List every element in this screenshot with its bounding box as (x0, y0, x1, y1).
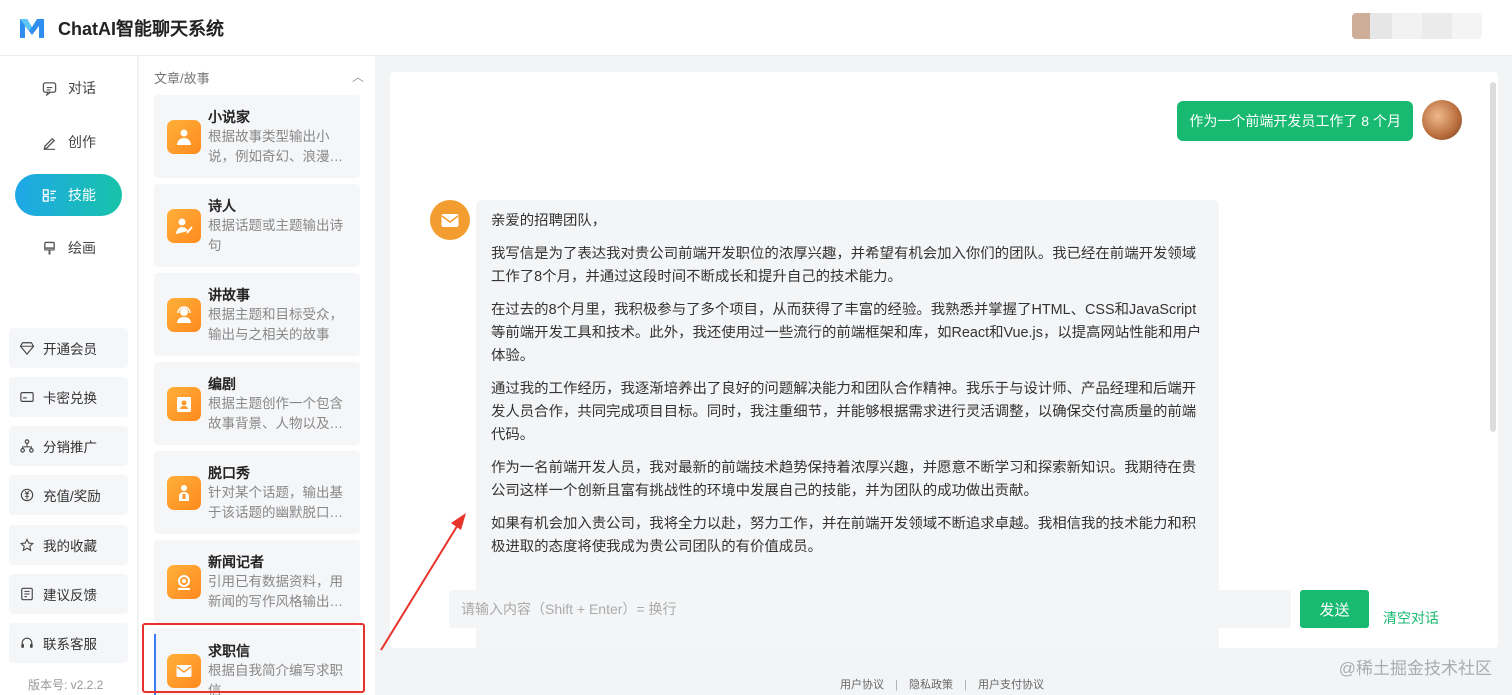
bot-message-bubble: 亲爱的招聘团队， 我写信是为了表达我对贵公司前端开发职位的浓厚兴趣，并希望有机会… (476, 200, 1219, 648)
skill-card[interactable]: 编剧 根据主题创作一个包含故事背景、人物以及… (154, 362, 360, 445)
category-header[interactable]: 文章/故事 ︿ (154, 68, 364, 86)
version-label: 版本号: v2.2.2 (28, 678, 104, 692)
feedback-icon (19, 586, 35, 602)
reporter-icon (167, 565, 201, 599)
user-message-bubble: 作为一个前端开发员工作了 8 个月 (1177, 101, 1413, 141)
util-label: 我的收藏 (43, 539, 97, 554)
skill-card[interactable]: 讲故事 根据主题和目标受众，输出与之相关的故事 (154, 273, 360, 356)
nav-item-draw[interactable]: 绘画 (15, 227, 122, 269)
footer-separator: | (964, 679, 967, 691)
nav-item-create[interactable]: 创作 (15, 121, 122, 163)
nav-label: 对话 (68, 80, 96, 96)
skill-card[interactable]: 脱口秀 针对某个话题，输出基于该话题的幽默脱口… (154, 451, 360, 534)
nav-label: 创作 (68, 134, 96, 150)
diamond-icon (19, 340, 35, 356)
util-card-redeem[interactable]: 卡密兑换 (9, 377, 128, 417)
clear-chat-button[interactable]: 清空对话 (1383, 608, 1439, 628)
skills-icon (41, 187, 57, 203)
util-label: 联系客服 (43, 637, 97, 652)
skill-desc: 根据自我简介编写求职信 (208, 663, 343, 695)
chat-icon (41, 80, 57, 96)
skills-panel: 文章/故事 ︿ 小说家 根据故事类型输出小说，例如奇幻、浪漫… 诗人 根据话题或… (139, 56, 375, 695)
footer-links: 用户协议 | 隐私政策 | 用户支付协议 (840, 676, 1044, 692)
category-label: 文章/故事 (154, 71, 210, 86)
util-customer-service[interactable]: 联系客服 (9, 623, 128, 663)
star-icon (19, 537, 35, 553)
poet-icon (167, 209, 201, 243)
app-title: ChatAI智能聊天系统 (58, 18, 224, 39)
util-label: 卡密兑换 (43, 391, 97, 406)
user-account-menu[interactable] (1352, 13, 1482, 39)
pen-icon (41, 134, 57, 150)
nav-label: 技能 (68, 187, 96, 203)
headset-icon (19, 635, 35, 651)
skill-name: 诗人 (208, 198, 236, 214)
skill-desc: 根据话题或主题输出诗句 (208, 218, 343, 253)
recharge-icon (19, 487, 35, 503)
footer-separator: | (895, 679, 898, 691)
util-label: 充值/奖励 (43, 489, 101, 504)
skill-name: 讲故事 (208, 287, 250, 303)
storyteller-icon (167, 298, 201, 332)
nav-item-chat[interactable]: 对话 (15, 67, 122, 109)
chat-panel: 作为一个前端开发员工作了 8 个月 亲爱的招聘团队， 我写信是为了表达我对贵公司… (390, 72, 1498, 648)
card-icon (19, 389, 35, 405)
util-vip[interactable]: 开通会员 (9, 328, 128, 368)
envelope-icon (441, 214, 459, 227)
footer-link-payment-agreement[interactable]: 用户支付协议 (978, 679, 1044, 691)
message-paragraph: 如果有机会加入贵公司，我将全力以赴，努力工作，并在前端开发领域不断追求卓越。我相… (491, 516, 1197, 555)
util-recharge[interactable]: 充值/奖励 (9, 475, 128, 515)
skill-desc: 根据主题创作一个包含故事背景、人物以及… (208, 396, 343, 431)
send-button[interactable]: 发送 (1300, 590, 1369, 628)
left-sidebar: 对话 创作 技能 绘画 开通会员 卡密兑换 分销推广 充值/奖励 我的收藏 建议… (0, 56, 138, 695)
util-label: 开通会员 (43, 342, 97, 357)
util-feedback[interactable]: 建议反馈 (9, 574, 128, 614)
watermark: @稀土掘金技术社区 (1338, 659, 1492, 678)
message-paragraph: 作为一名前端开发人员，我对最新的前端技术趋势保持着浓厚兴趣，并愿意不断学习和探索… (491, 460, 1197, 499)
util-distribution[interactable]: 分销推广 (9, 426, 128, 466)
chat-input[interactable] (449, 590, 1291, 628)
message-paragraph: 亲爱的招聘团队， (491, 213, 607, 229)
skill-name: 小说家 (208, 109, 250, 125)
skill-name: 求职信 (208, 643, 250, 659)
skill-desc: 针对某个话题，输出基于该话题的幽默脱口… (208, 485, 343, 520)
app-logo (20, 18, 44, 38)
chevron-up-icon[interactable]: ︿ (352, 68, 364, 85)
top-header: ChatAI智能聊天系统 (0, 0, 1512, 56)
cover-letter-icon (167, 654, 201, 688)
talkshow-icon (167, 476, 201, 510)
util-favorites[interactable]: 我的收藏 (9, 525, 128, 565)
nav-label: 绘画 (68, 240, 96, 256)
skill-name: 编剧 (208, 376, 236, 392)
skill-desc: 根据主题和目标受众，输出与之相关的故事 (208, 307, 343, 342)
skill-card-selected[interactable]: 求职信 根据自我简介编写求职信 (154, 629, 360, 695)
message-paragraph: 通过我的工作经历，我逐渐培养出了良好的问题解决能力和团队合作精神。我乐于与设计师… (491, 381, 1197, 443)
share-icon (19, 438, 35, 454)
util-label: 分销推广 (43, 440, 97, 455)
skill-name: 脱口秀 (208, 465, 250, 481)
util-label: 建议反馈 (43, 588, 97, 603)
chat-scrollbar[interactable] (1490, 82, 1496, 432)
brush-icon (41, 240, 57, 256)
skill-card[interactable]: 诗人 根据话题或主题输出诗句 (154, 184, 360, 267)
message-paragraph: 在过去的8个月里，我积极参与了多个项目，从而获得了丰富的经验。我熟悉并掌握了HT… (491, 302, 1202, 364)
nav-item-skills[interactable]: 技能 (15, 174, 122, 216)
message-paragraph: 我写信是为了表达我对贵公司前端开发职位的浓厚兴趣，并希望有机会加入你们的团队。我… (491, 246, 1197, 285)
screenwriter-icon (167, 387, 201, 421)
bot-avatar (430, 200, 470, 240)
skill-name: 新闻记者 (208, 554, 264, 570)
skill-desc: 根据故事类型输出小说，例如奇幻、浪漫… (208, 129, 343, 164)
skill-card[interactable]: 新闻记者 引用已有数据资料，用新闻的写作风格输出… (154, 540, 360, 623)
skill-desc: 引用已有数据资料，用新闻的写作风格输出… (208, 574, 343, 609)
novelist-icon (167, 120, 201, 154)
user-avatar (1422, 100, 1462, 140)
footer-link-user-agreement[interactable]: 用户协议 (840, 679, 884, 691)
footer-link-privacy[interactable]: 隐私政策 (909, 679, 953, 691)
skill-card[interactable]: 小说家 根据故事类型输出小说，例如奇幻、浪漫… (154, 95, 360, 178)
